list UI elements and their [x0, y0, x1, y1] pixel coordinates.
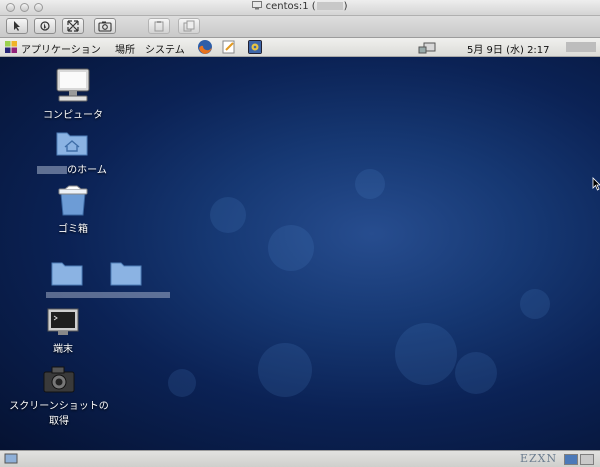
redacted-host	[316, 2, 343, 10]
desktop-icon-home[interactable]: のホーム	[32, 128, 112, 176]
menu-places[interactable]: 場所	[115, 41, 135, 56]
desktop-icon-screenshot[interactable]: スクリーンショットの 取得	[4, 364, 114, 427]
viewer-toolbar	[0, 16, 600, 38]
folder-icon	[110, 262, 142, 286]
workspace-2[interactable]	[580, 454, 594, 465]
fullscreen-button[interactable]	[62, 18, 84, 34]
cursor-mode-button[interactable]	[34, 18, 56, 34]
camera-toolbar-icon	[98, 21, 112, 32]
mouse-cursor-icon	[592, 177, 600, 191]
desktop-icon-folder-2[interactable]	[103, 259, 149, 290]
fullscreen-icon	[67, 20, 79, 32]
computer-icon	[56, 68, 90, 102]
desktop-icon-label: コンピュータ	[43, 110, 103, 121]
redacted-username-label	[37, 166, 68, 174]
centos-logo-icon	[5, 41, 17, 53]
camera-icon	[43, 366, 75, 393]
home-folder-icon	[56, 132, 88, 156]
panel-clock[interactable]: 5月 9日 (水) 2:17	[467, 41, 550, 56]
workspace-1[interactable]	[564, 454, 578, 465]
folder-icon	[51, 262, 83, 286]
desktop-icon-terminal[interactable]: 端末	[30, 307, 96, 355]
desktop-icon-folder-1[interactable]	[44, 259, 90, 290]
terminal-icon	[47, 308, 79, 335]
notes-icon[interactable]	[222, 40, 236, 54]
watermark-text: EZXN	[520, 452, 558, 465]
menu-applications[interactable]: アプリケーション	[21, 41, 101, 56]
desktop-icon-label: スクリーンショットの	[9, 401, 109, 412]
redacted-folder-names	[46, 292, 170, 298]
pointer-button[interactable]	[6, 18, 28, 34]
show-desktop-icon[interactable]	[4, 453, 18, 465]
window-title: centos:1 ()	[0, 1, 600, 12]
gear-app-icon[interactable]	[248, 40, 262, 54]
trash-icon	[58, 185, 88, 216]
desktop-icon-label: ゴミ箱	[58, 224, 88, 235]
arrow-cursor-icon	[14, 21, 20, 31]
desktop-icon-label-line2: 取得	[49, 416, 69, 427]
desktop-icon-label: のホーム	[32, 161, 112, 176]
vnc-app-icon	[252, 1, 263, 10]
cursor-lasso-icon	[40, 21, 50, 31]
window-title-suffix: )	[343, 1, 348, 12]
firefox-icon[interactable]	[197, 39, 213, 55]
gnome-bottom-panel: EZXN	[0, 450, 600, 467]
redacted-username	[566, 42, 596, 52]
desktop-icon-computer[interactable]: コンピュータ	[38, 67, 108, 121]
desktop-icon-trash[interactable]: ゴミ箱	[38, 185, 108, 235]
menu-system[interactable]: システム	[145, 41, 185, 56]
copy-button[interactable]	[178, 18, 200, 34]
network-status-icon[interactable]	[418, 40, 436, 54]
window-titlebar: centos:1 ()	[0, 0, 600, 16]
clipboard-paste-icon	[154, 21, 164, 32]
gnome-top-panel: アプリケーション 場所 システム 5月 9日 (水) 2:17	[0, 38, 600, 57]
paste-button[interactable]	[148, 18, 170, 34]
window-title-text: centos:1 (	[265, 1, 316, 12]
desktop: コンピュータ のホーム ゴミ箱 端末 スクリーンショットの 取得	[0, 57, 600, 450]
clipboard-copy-icon	[183, 20, 195, 32]
screenshot-button[interactable]	[94, 18, 116, 34]
desktop-icon-label: 端末	[53, 344, 73, 355]
